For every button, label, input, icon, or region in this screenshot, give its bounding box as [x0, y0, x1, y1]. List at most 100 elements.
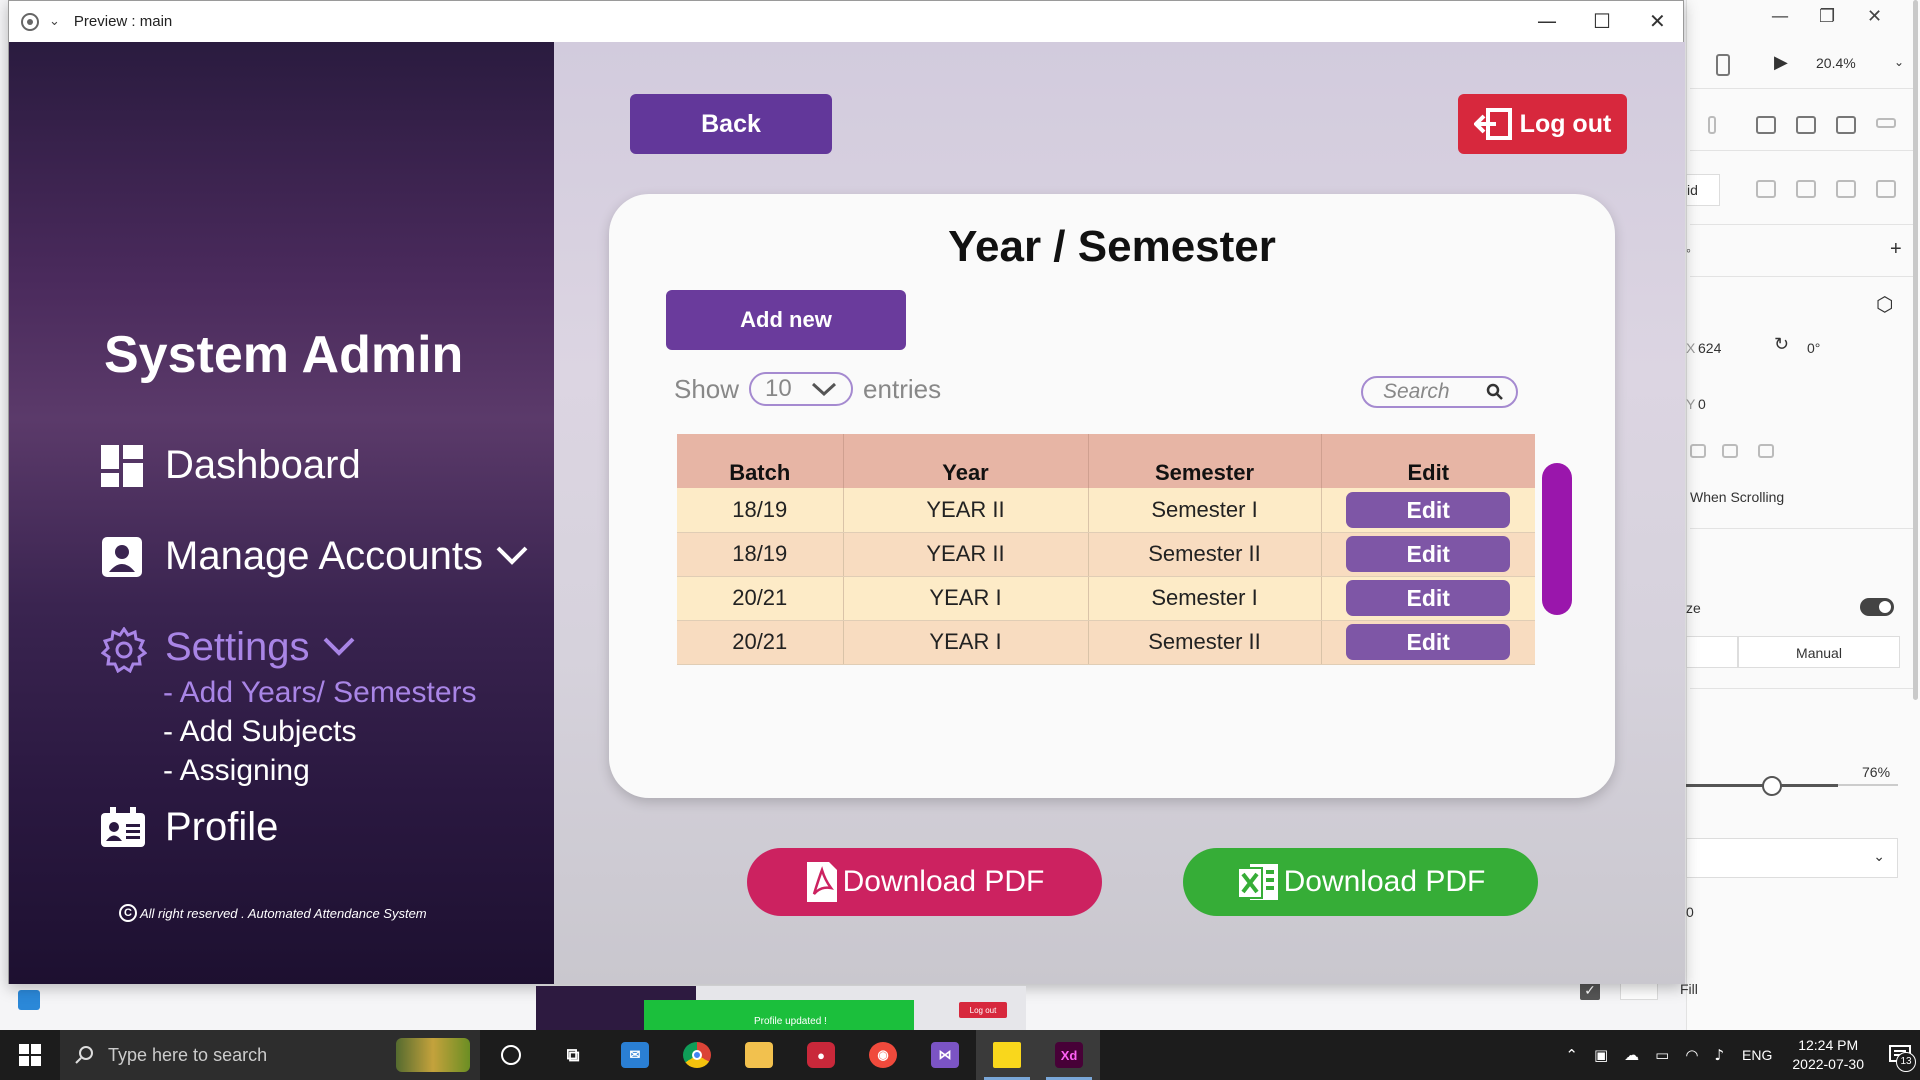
battery-icon[interactable]: ▭: [1655, 1046, 1669, 1064]
start-button[interactable]: [0, 1030, 60, 1080]
zoom-level[interactable]: 20.4%: [1816, 55, 1856, 71]
window-title: Preview : main: [73, 13, 173, 30]
visual-studio-app[interactable]: ⋈: [914, 1030, 976, 1080]
edit-cell: Edit: [1321, 488, 1535, 533]
edit-button[interactable]: Edit: [1346, 580, 1511, 616]
mobile-device-icon[interactable]: [1716, 54, 1730, 76]
table-scrollbar-thumb[interactable]: [1542, 463, 1572, 615]
maximize-icon[interactable]: ☐: [1593, 9, 1611, 33]
boolean-add-icon[interactable]: [1756, 180, 1776, 198]
play-icon[interactable]: ▶: [1774, 52, 1788, 73]
screen-recorder-app[interactable]: ●: [790, 1030, 852, 1080]
align-center-icon[interactable]: [1796, 116, 1816, 134]
system-tray: ⌃ ▣ ☁ ▭ ◠ ♪ ENG 12:24 PM 2022-07-30 13: [1557, 1030, 1920, 1080]
align-top-icon[interactable]: [1876, 118, 1896, 128]
sub-add-years-semesters[interactable]: - Add Years/ Semesters: [163, 676, 477, 710]
fix-position-icon[interactable]: [1758, 444, 1774, 458]
column-header-semester[interactable]: Semester: [1088, 434, 1322, 488]
download-excel-button[interactable]: Download PDF: [1183, 848, 1538, 916]
download-pdf-label: Download PDF: [842, 865, 1045, 898]
nav-dashboard[interactable]: Dashboard: [101, 443, 361, 488]
xd-layers-icon[interactable]: [18, 990, 40, 1010]
3d-cube-icon[interactable]: ⬡: [1876, 292, 1893, 317]
table-row: 18/19 YEAR II Semester I Edit: [677, 488, 1535, 533]
y-value[interactable]: 0: [1698, 396, 1706, 412]
sub-assigning[interactable]: - Assigning: [163, 754, 310, 788]
visual-studio-icon: ⋈: [931, 1042, 959, 1068]
auto-button[interactable]: [1686, 636, 1738, 668]
rotation-value[interactable]: 0°: [1807, 340, 1820, 356]
mail-app[interactable]: ✉: [604, 1030, 666, 1080]
semester-cell: Semester II: [1088, 532, 1322, 577]
zoom-chevron-icon[interactable]: ⌄: [1894, 55, 1904, 69]
nav-profile[interactable]: Profile: [101, 805, 278, 850]
search-icon[interactable]: [1486, 383, 1504, 401]
logout-icon: [1473, 108, 1512, 140]
back-button[interactable]: Back: [630, 94, 832, 154]
chevron-up-icon[interactable]: ⌃: [1565, 1046, 1578, 1064]
fix-height-icon[interactable]: [1722, 444, 1738, 458]
boolean-subtract-icon[interactable]: [1796, 180, 1816, 198]
xd-panel-scrollbar[interactable]: [1913, 0, 1918, 700]
year-semester-table: Batch Year Semester Edit 18/19 YEAR II S…: [677, 434, 1535, 674]
boolean-exclude-icon[interactable]: [1876, 180, 1896, 198]
opacity-slider-knob[interactable]: [1762, 776, 1782, 796]
chrome-app[interactable]: [666, 1030, 728, 1080]
fix-width-icon[interactable]: [1690, 444, 1706, 458]
minimize-icon[interactable]: —: [1537, 9, 1557, 33]
sticky-notes-app[interactable]: [976, 1030, 1038, 1080]
table-row: 18/19 YEAR II Semester II Edit: [677, 532, 1535, 577]
add-component-icon[interactable]: +: [1890, 238, 1902, 261]
add-new-button[interactable]: Add new: [666, 290, 906, 350]
volume-icon[interactable]: ♪: [1714, 1046, 1724, 1064]
sub-add-subjects[interactable]: - Add Subjects: [163, 715, 356, 749]
onedrive-icon[interactable]: ☁: [1624, 1046, 1639, 1064]
clock[interactable]: 12:24 PM 2022-07-30: [1792, 1036, 1864, 1074]
main-area: Back Log out Year / Semester Add new Sho…: [554, 42, 1685, 984]
align-right-icon[interactable]: [1836, 116, 1856, 134]
entries-select[interactable]: 10: [749, 372, 854, 406]
language-indicator[interactable]: ENG: [1742, 1047, 1772, 1063]
task-view-icon: ⧉: [566, 1044, 580, 1065]
x-value[interactable]: 624: [1698, 340, 1721, 356]
chevron-down-icon[interactable]: [322, 630, 356, 665]
chevron-down-icon[interactable]: [495, 539, 529, 574]
adobe-xd-app[interactable]: Xd: [1038, 1030, 1100, 1080]
opacity-value[interactable]: 76%: [1862, 764, 1890, 780]
manual-button[interactable]: Manual: [1738, 636, 1900, 668]
distribute-icon[interactable]: [1708, 116, 1716, 134]
action-center-button[interactable]: 13: [1880, 1030, 1920, 1080]
gear-icon: [100, 625, 148, 673]
search-input[interactable]: Search: [1361, 376, 1518, 408]
edit-button[interactable]: Edit: [1346, 624, 1511, 660]
xd-close-icon[interactable]: ✕: [1867, 6, 1882, 27]
window-menu-chevron-icon[interactable]: ⌄: [49, 14, 60, 29]
download-pdf-button[interactable]: Download PDF: [747, 848, 1102, 916]
task-view-button[interactable]: ⧉: [542, 1030, 604, 1080]
blend-mode-dropdown[interactable]: ⌄: [1686, 838, 1898, 878]
edit-button[interactable]: Edit: [1346, 536, 1511, 572]
edit-button[interactable]: Edit: [1346, 491, 1511, 528]
repeat-grid-button[interactable]: id: [1686, 174, 1720, 206]
border-size-value[interactable]: 0: [1686, 904, 1694, 920]
xd-restore-icon[interactable]: ❐: [1819, 6, 1835, 27]
artboard-thumbnail[interactable]: Profile updated ! Log out: [536, 986, 1026, 1030]
meet-now-icon[interactable]: ▣: [1594, 1046, 1608, 1064]
align-left-icon[interactable]: [1756, 116, 1776, 134]
wifi-icon[interactable]: ◠: [1685, 1046, 1698, 1064]
semester-cell: Semester I: [1088, 576, 1322, 621]
logout-button[interactable]: Log out: [1458, 94, 1627, 154]
cortana-button[interactable]: [480, 1030, 542, 1080]
taskbar-search-input[interactable]: Type here to search: [60, 1030, 480, 1080]
column-header-year[interactable]: Year: [843, 434, 1089, 488]
edit-cell: Edit: [1321, 532, 1535, 577]
nav-manage-accounts[interactable]: Manage Accounts: [101, 534, 529, 579]
column-header-batch[interactable]: Batch: [677, 434, 844, 488]
close-icon[interactable]: ✕: [1649, 9, 1666, 33]
responsive-resize-toggle[interactable]: [1860, 598, 1894, 616]
camera-app[interactable]: ◉: [852, 1030, 914, 1080]
boolean-intersect-icon[interactable]: [1836, 180, 1856, 198]
xd-minimize-icon[interactable]: —: [1771, 6, 1789, 27]
nav-settings[interactable]: Settings: [100, 625, 356, 673]
file-explorer-app[interactable]: [728, 1030, 790, 1080]
